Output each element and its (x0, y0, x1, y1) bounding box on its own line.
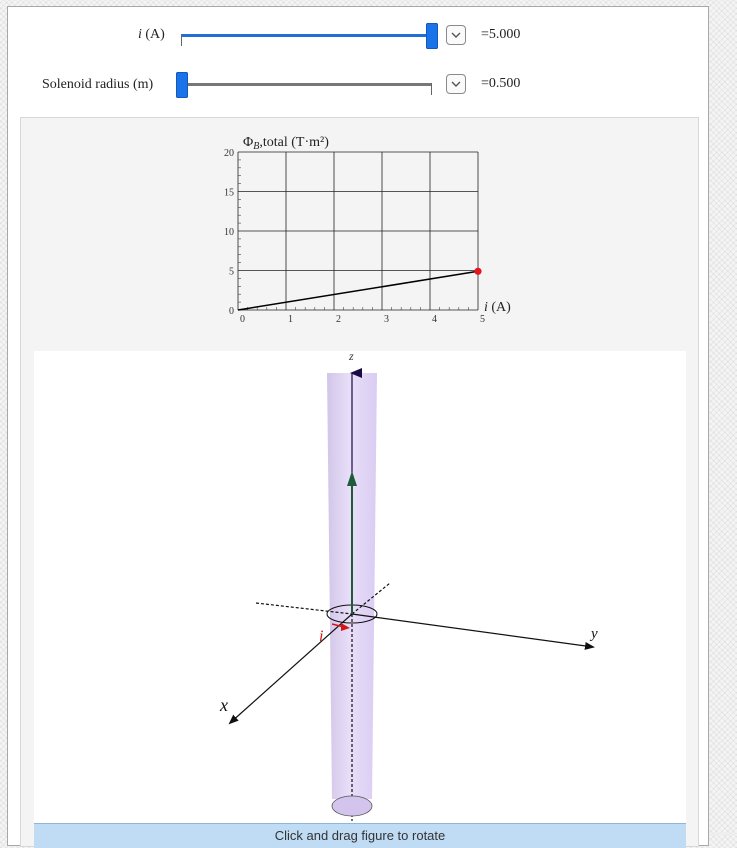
y-tick-label: 20 (224, 148, 234, 159)
y-tick-label: 10 (224, 227, 234, 238)
scene-axes (228, 368, 595, 821)
current-dropdown-button[interactable] (446, 25, 466, 45)
y-axis (351, 613, 595, 650)
scene-back-layer (255, 373, 391, 799)
simulation-panel: i (A) =5.000 Solenoid radius (m) =0.500 … (7, 6, 709, 848)
radius-slider-max-tick (431, 83, 432, 95)
radius-slider-thumb[interactable] (176, 72, 188, 98)
3d-scene[interactable]: i x y z (34, 349, 686, 831)
current-point-marker (474, 267, 482, 275)
x-tick-label: 5 (480, 314, 485, 325)
chart-tick-labels: 0 1 2 3 4 5 0 5 10 15 20 (224, 148, 485, 325)
solenoid-3d-figure[interactable]: i x y z (34, 349, 686, 831)
x-tick-label: 2 (336, 314, 341, 325)
current-slider-label: i (A) (138, 27, 165, 43)
y-tick-label: 5 (229, 267, 234, 278)
y-tick-label: 0 (229, 306, 234, 317)
radius-dropdown-button[interactable] (446, 74, 466, 94)
rotate-hint-bar: Click and drag figure to rotate (34, 823, 686, 848)
x-tick-label: 4 (432, 314, 437, 325)
radius-slider-label: Solenoid radius (m) (42, 77, 154, 92)
x-tick-label: 3 (384, 314, 389, 325)
radius-slider-track[interactable] (188, 83, 432, 86)
chart-grid (237, 151, 479, 311)
x-tick-label: 0 (240, 314, 245, 325)
output-area: ΦB,total (T·m²) 0 1 2 3 4 5 0 5 10 15 20 i (A) (20, 117, 699, 848)
y-tick-label: 15 (224, 188, 234, 199)
flux-line (237, 270, 479, 311)
y-axis-label: y (589, 626, 598, 642)
chart-title: ΦB,total (T·m²) (243, 135, 329, 152)
flux-chart: ΦB,total (T·m²) 0 1 2 3 4 5 0 5 10 15 20 i (A) (224, 135, 511, 325)
x-tick-label: 1 (288, 314, 293, 325)
solenoid-bottom-cap (331, 795, 373, 817)
x-axis-label: x (219, 695, 228, 715)
chevron-down-icon (451, 32, 461, 38)
current-label-variable: i (138, 27, 142, 42)
radius-value-readout: =0.500 (481, 76, 521, 91)
current-value-readout: =5.000 (481, 27, 521, 42)
current-slider-track[interactable] (182, 34, 432, 37)
current-label: i (319, 628, 323, 645)
chart-x-axis-label: i (A) (484, 300, 511, 315)
current-label-unit: (A) (145, 27, 165, 42)
current-slider-thumb[interactable] (426, 23, 438, 49)
z-axis-label: z (348, 351, 354, 363)
chevron-down-icon (451, 81, 461, 87)
chart-series (237, 267, 482, 311)
